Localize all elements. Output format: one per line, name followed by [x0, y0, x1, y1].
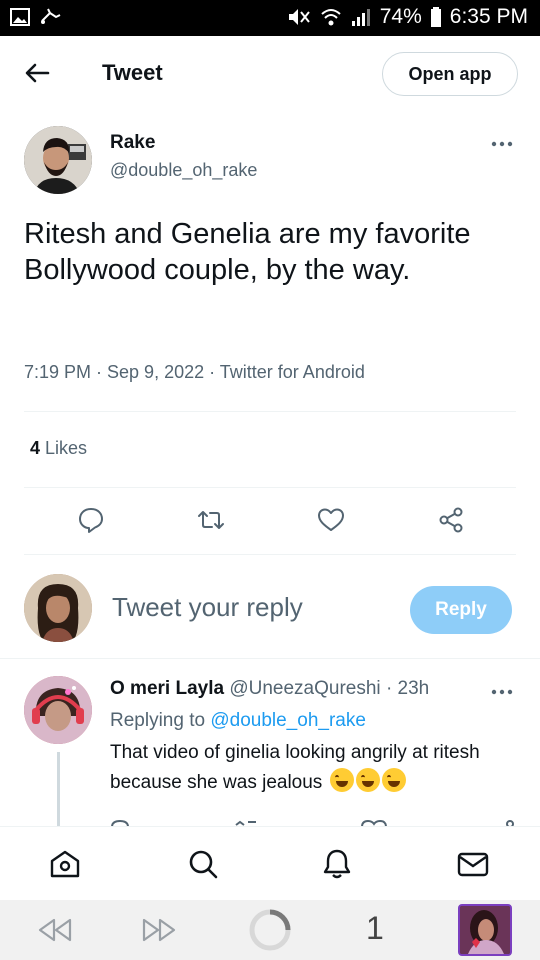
reply-author-handle[interactable]: @UneezaQureshi: [229, 678, 380, 699]
reply-text: That video of ginelia looking angrily at…: [110, 738, 510, 798]
more-horizontal-icon: [491, 141, 513, 147]
notifications-icon: [323, 849, 351, 879]
tab-count[interactable]: 1: [366, 910, 384, 947]
current-user-avatar[interactable]: [24, 574, 92, 642]
home-icon: [50, 850, 80, 878]
nav-home[interactable]: [48, 847, 82, 881]
reply-author-avatar[interactable]: [24, 676, 92, 744]
author-avatar[interactable]: [24, 126, 92, 194]
nav-search[interactable]: [186, 847, 220, 881]
browser-back-button[interactable]: [34, 914, 74, 951]
tweet-actions: [0, 505, 540, 539]
current-user-avatar-photo: [24, 574, 92, 642]
gallery-notification-icon: [10, 8, 30, 26]
replying-to: Replying to @double_oh_rake: [110, 710, 366, 732]
status-left-icons: [10, 7, 62, 27]
messages-icon: [457, 852, 489, 877]
reply-actions-peek: [110, 814, 520, 826]
reply-time: · 23h: [385, 678, 430, 699]
divider: [24, 411, 516, 412]
browser-reload-button[interactable]: [248, 908, 292, 957]
more-horizontal-icon: [491, 689, 513, 695]
divider: [24, 487, 516, 488]
usb-notification-icon: [41, 8, 61, 24]
browser-bottom-bar: 1: [0, 900, 540, 960]
reply-input[interactable]: [112, 592, 392, 623]
rewind-icon: [38, 918, 72, 942]
nav-notifications[interactable]: [320, 847, 354, 881]
likes-count: 4: [30, 438, 41, 458]
tab-switcher-thumbnail[interactable]: [458, 904, 512, 956]
status-bar: 74% 6:35 PM: [0, 0, 540, 36]
battery-percent: 74%: [379, 5, 422, 28]
browser-forward-button[interactable]: [140, 914, 180, 951]
top-app-bar: Tweet Open app: [0, 36, 540, 110]
reply-text-body: That video of ginelia looking angrily at…: [110, 742, 480, 793]
open-app-button[interactable]: Open app: [382, 52, 518, 96]
likes-stat[interactable]: 4 Likes: [30, 438, 87, 459]
reply-actions-peek-icons: [111, 819, 514, 826]
reply-more-button[interactable]: [490, 682, 514, 702]
battery-icon: [430, 7, 441, 27]
mute-icon: [288, 9, 310, 25]
thread-line: [57, 752, 60, 832]
likes-label: Likes: [45, 438, 88, 458]
tweet-more-button[interactable]: [490, 134, 514, 154]
retweet-action-button[interactable]: [196, 505, 226, 535]
tears-of-joy-emoji-icon: [355, 768, 380, 792]
tears-of-joy-emoji-icon: [381, 768, 406, 792]
divider: [0, 658, 540, 659]
like-action-button[interactable]: [316, 505, 346, 535]
reply-author-name[interactable]: O meri Layla: [110, 678, 224, 699]
share-icon: [439, 507, 463, 533]
reply-author-avatar-photo: [24, 676, 92, 744]
search-icon: [189, 850, 218, 879]
reply-submit-button[interactable]: Reply: [410, 586, 512, 634]
wifi-icon: [321, 9, 341, 26]
loading-spinner-icon: [249, 909, 291, 951]
tweet-meta: 7:19 PM · Sep 9, 2022 · Twitter for Andr…: [24, 362, 365, 382]
reply-action-button[interactable]: [76, 505, 106, 535]
author-avatar-photo: [24, 126, 92, 194]
author-handle[interactable]: @double_oh_rake: [110, 160, 257, 181]
arrow-left-icon: [25, 63, 50, 83]
nav-messages[interactable]: [456, 847, 490, 881]
signal-icon: [351, 9, 370, 26]
heart-icon: [318, 508, 344, 531]
page-title: Tweet: [102, 60, 163, 85]
fast-forward-icon: [142, 918, 176, 942]
tweet-text: Ritesh and Genelia are my favorite Bolly…: [24, 218, 471, 286]
tab-thumbnail-image: [460, 906, 510, 954]
reply-header: O meri Layla @UneezaQureshi · 23h: [110, 678, 429, 700]
comment-icon: [79, 508, 103, 533]
status-right: 74% 6:35 PM: [286, 5, 528, 29]
clock: 6:35 PM: [449, 5, 528, 28]
replying-to-prefix: Replying to: [110, 710, 206, 731]
retweet-icon: [198, 511, 224, 529]
tears-of-joy-emoji-icon: [329, 768, 354, 792]
bottom-navigation: [0, 826, 540, 900]
share-action-button[interactable]: [436, 505, 466, 535]
back-button[interactable]: [20, 56, 54, 90]
replying-to-handle[interactable]: @double_oh_rake: [210, 710, 366, 731]
author-name[interactable]: Rake: [110, 132, 155, 154]
divider: [24, 554, 516, 555]
